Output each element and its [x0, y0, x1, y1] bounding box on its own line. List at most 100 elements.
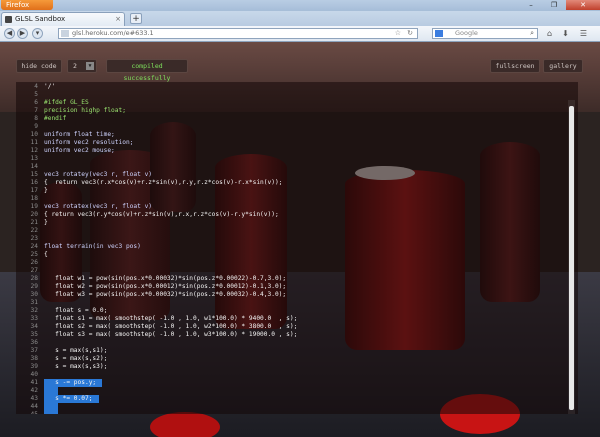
google-icon[interactable]: [435, 30, 443, 37]
navigation-bar: ◀ ▶ ▾ glsl.heroku.com/e#633.1 ☆ ↻ Google…: [0, 26, 600, 42]
code-line[interactable]: 31: [16, 299, 556, 307]
firefox-menu-button[interactable]: Firefox: [1, 0, 53, 10]
menu-icon[interactable]: ☰: [578, 28, 589, 39]
bookmark-star-icon[interactable]: ☆: [395, 29, 401, 38]
code-line[interactable]: 36: [16, 339, 556, 347]
code-line[interactable]: 21}: [16, 219, 556, 227]
line-number: 38: [30, 355, 38, 362]
line-number: 26: [30, 259, 38, 266]
line-number: 36: [30, 339, 38, 346]
line-number: 39: [30, 363, 38, 370]
search-icon[interactable]: ⌕: [530, 29, 534, 38]
gallery-button[interactable]: gallery: [543, 59, 583, 73]
code-line[interactable]: 45: [16, 411, 556, 414]
code-line[interactable]: 14: [16, 163, 556, 171]
code-text: s = max(s,s3);: [44, 363, 108, 370]
hide-code-button[interactable]: hide code: [16, 59, 62, 73]
back-icon[interactable]: ◀: [4, 28, 15, 39]
tab-glsl-sandbox[interactable]: GLSL Sandbox ×: [1, 12, 125, 26]
favicon-icon: [5, 16, 12, 23]
code-line[interactable]: 44: [16, 403, 556, 411]
code-line[interactable]: 10 uniform float time;: [16, 131, 556, 139]
code-line[interactable]: 17}: [16, 187, 556, 195]
downloads-icon[interactable]: ⬇: [560, 28, 571, 39]
line-number: 11: [30, 139, 38, 146]
code-line[interactable]: 4 '/': [16, 83, 556, 91]
code-line[interactable]: 37 s = max(s,s1);: [16, 347, 556, 355]
line-number: 14: [30, 163, 38, 170]
url-text: glsl.heroku.com/e#633.1: [72, 29, 154, 37]
line-number: 32: [30, 307, 38, 314]
site-identity-icon[interactable]: [61, 30, 69, 37]
code-line[interactable]: 5: [16, 91, 556, 99]
line-number: 24: [30, 243, 38, 250]
code-text: { return vec3(r.x*cos(v)+r.z*sin(v),r.y,…: [44, 179, 283, 186]
code-line[interactable]: 24 float terrain(in vec3 pos): [16, 243, 556, 251]
code-line[interactable]: 13: [16, 155, 556, 163]
new-tab-button[interactable]: +: [130, 13, 142, 24]
code-line[interactable]: 20 { return vec3(r.y*cos(v)+r.z*sin(v),r.…: [16, 211, 556, 219]
code-line[interactable]: 35 float s3 = max( smoothstep( -1.0 , 1.…: [16, 331, 556, 339]
code-line[interactable]: 9: [16, 123, 556, 131]
code-line[interactable]: 32 float s = 0.0;: [16, 307, 556, 315]
history-dropdown-icon[interactable]: ▾: [32, 28, 43, 39]
line-number: 19: [30, 203, 38, 210]
code-line[interactable]: 27: [16, 267, 556, 275]
line-number: 41: [30, 379, 38, 386]
code-line[interactable]: 23: [16, 235, 556, 243]
code-line[interactable]: 6 #ifdef GL_ES: [16, 99, 556, 107]
line-number: 20: [30, 211, 38, 218]
code-line[interactable]: 16 { return vec3(r.x*cos(v)+r.z*sin(v),r.…: [16, 179, 556, 187]
code-line[interactable]: 8 #endif: [16, 115, 556, 123]
line-number: 37: [30, 347, 38, 354]
code-line[interactable]: 22: [16, 227, 556, 235]
shader-object: [150, 412, 220, 437]
line-number: 12: [30, 147, 38, 154]
fullscreen-button[interactable]: fullscreen: [490, 59, 540, 73]
code-text: '/': [44, 83, 56, 90]
code-line[interactable]: 42: [16, 387, 556, 395]
code-line[interactable]: 39 s = max(s,s3);: [16, 363, 556, 371]
code-line[interactable]: 29 float w2 = pow(sin(pos.x*0.00012)*sin…: [16, 283, 556, 291]
code-line[interactable]: 41 s -= pos.y;: [16, 379, 556, 387]
tab-close-icon[interactable]: ×: [115, 13, 121, 26]
code-line[interactable]: 38 s = max(s,s2);: [16, 355, 556, 363]
line-number: 44: [30, 403, 38, 410]
code-text: }: [44, 187, 48, 194]
code-editor[interactable]: 4 '/' 5 6 #ifdef GL_ES 7 precision highp float…: [16, 82, 578, 414]
line-number: 9: [34, 123, 38, 130]
url-bar[interactable]: glsl.heroku.com/e#633.1 ☆ ↻: [58, 28, 418, 39]
code-line[interactable]: 26: [16, 259, 556, 267]
line-number: 8: [34, 115, 38, 122]
code-line[interactable]: 19 vec3 rotatex(vec3 r, float v): [16, 203, 556, 211]
close-window-button[interactable]: ✕: [566, 0, 600, 10]
code-line[interactable]: 33 float s1 = max( smoothstep( -1.0 , 1.…: [16, 315, 556, 323]
line-number: 33: [30, 315, 38, 322]
code-text: s *= 0.07;: [44, 395, 93, 402]
reload-icon[interactable]: ↻: [407, 29, 413, 38]
quality-select[interactable]: 2 ▼: [67, 59, 97, 73]
code-line[interactable]: 30 float w3 = pow(sin(pos.x*0.00032)*sin…: [16, 291, 556, 299]
code-line[interactable]: 43 s *= 0.07;: [16, 395, 556, 403]
line-number: 17: [30, 187, 38, 194]
code-line[interactable]: 28 float w1 = pow(sin(pos.x*0.00032)*sin…: [16, 275, 556, 283]
code-line[interactable]: 18: [16, 195, 556, 203]
line-number: 23: [30, 235, 38, 242]
chevron-down-icon: ▼: [86, 62, 94, 70]
code-text: vec3 rotatey(vec3 r, float v): [44, 171, 153, 178]
scrollbar-thumb[interactable]: [569, 106, 574, 410]
code-line[interactable]: 40: [16, 371, 556, 379]
code-line[interactable]: 7 precision highp float;: [16, 107, 556, 115]
code-line[interactable]: 15 vec3 rotatey(vec3 r, float v): [16, 171, 556, 179]
editor-scrollbar[interactable]: [568, 100, 575, 414]
code-line[interactable]: 34 float s2 = max( smoothstep( -1.0 , 1.…: [16, 323, 556, 331]
code-line[interactable]: 11 uniform vec2 resolution;: [16, 139, 556, 147]
code-line[interactable]: 25 {: [16, 251, 556, 259]
forward-icon[interactable]: ▶: [17, 28, 28, 39]
home-icon[interactable]: ⌂: [544, 28, 555, 39]
search-box[interactable]: Google ⌕: [432, 28, 538, 39]
code-line[interactable]: 12 uniform vec2 mouse;: [16, 147, 556, 155]
compile-status: compiled successfully: [106, 59, 188, 82]
minimize-button[interactable]: –: [520, 0, 542, 10]
maximize-button[interactable]: ❐: [543, 0, 565, 10]
